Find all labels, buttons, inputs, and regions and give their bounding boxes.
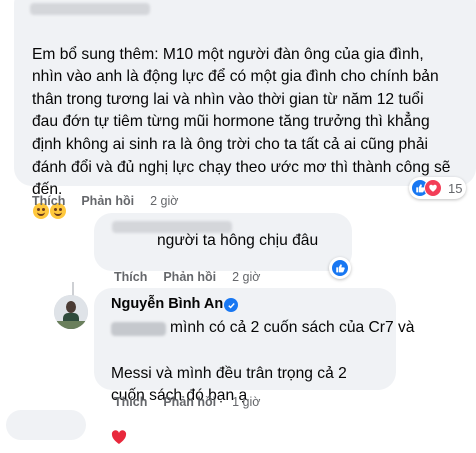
reaction-count: 15: [448, 180, 463, 196]
avatar[interactable]: [54, 295, 88, 329]
redacted-mention: [111, 322, 166, 336]
redacted-author-name-1: [30, 3, 150, 15]
comment-2-actions: Thích Phản hồi 2 giờ: [114, 270, 260, 284]
author-name[interactable]: Nguyễn Bình An: [111, 296, 223, 312]
comment-1-reactions[interactable]: 15: [409, 177, 467, 199]
comment-3-actions: Thích Phản hồi 1 giờ: [114, 395, 260, 409]
love-reaction-icon: [424, 179, 442, 197]
red-heart-icon: [111, 408, 127, 453]
comment-3-text-line-1: mình có cả 2 cuốn sách của Cr7 và: [170, 319, 415, 336]
verified-badge-icon: [224, 298, 238, 312]
reply-button[interactable]: Phản hồi: [163, 395, 216, 409]
timestamp[interactable]: 2 giờ: [150, 194, 178, 208]
like-button[interactable]: Thích: [114, 270, 147, 284]
comment-2-text: người ta hông chịu đâu: [157, 232, 319, 249]
timestamp[interactable]: 2 giờ: [232, 270, 260, 284]
like-button[interactable]: Thích: [114, 395, 147, 409]
reply-button[interactable]: Phản hồi: [163, 270, 216, 284]
reply-button[interactable]: Phản hồi: [81, 194, 134, 208]
timestamp[interactable]: 1 giờ: [232, 395, 260, 409]
like-button[interactable]: Thích: [32, 194, 65, 208]
next-comment-bubble: [6, 410, 86, 440]
comment-1-actions: Thích Phản hồi 2 giờ: [32, 194, 178, 208]
comment-1-text-content: Em bổ sung thêm: M10 một người đàn ông c…: [32, 45, 451, 199]
comment-2-reactions[interactable]: [329, 257, 351, 279]
like-reaction-icon: [331, 259, 349, 277]
